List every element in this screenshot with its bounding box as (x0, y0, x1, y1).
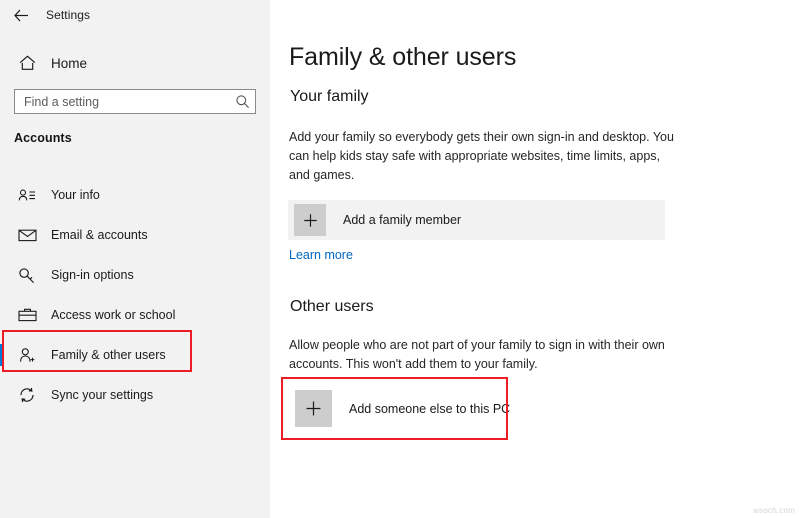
sidebar-section-label: Accounts (14, 131, 72, 145)
watermark: wsoch.com (753, 506, 795, 515)
envelope-icon (8, 228, 46, 242)
settings-sidebar: Settings Home Accounts (0, 0, 270, 518)
add-family-member-label: Add a family member (343, 213, 461, 227)
main-content: Family & other users Your family Add you… (270, 0, 800, 518)
sidebar-item-label: Sign-in options (51, 268, 134, 282)
title-bar: Settings (0, 0, 270, 30)
sidebar-item-access-work-school[interactable]: Access work or school (0, 295, 270, 335)
your-family-heading: Your family (290, 88, 369, 106)
sidebar-item-label: Email & accounts (51, 228, 148, 242)
plus-icon (294, 204, 326, 236)
add-family-member-button[interactable]: Add a family member (288, 200, 665, 240)
add-someone-else-label: Add someone else to this PC (349, 402, 510, 416)
sidebar-item-your-info[interactable]: Your info (0, 175, 270, 215)
sidebar-item-label: Access work or school (51, 308, 175, 322)
search-input[interactable] (15, 95, 229, 109)
home-icon (8, 55, 46, 71)
person-add-icon (8, 347, 46, 364)
search-icon[interactable] (229, 94, 255, 109)
your-family-description: Add your family so everybody gets their … (289, 128, 681, 185)
back-arrow-icon (14, 9, 29, 22)
sidebar-item-family-other-users[interactable]: Family & other users (0, 335, 270, 375)
learn-more-link[interactable]: Learn more (289, 248, 353, 262)
sidebar-item-label: Your info (51, 188, 100, 202)
sidebar-item-sign-in-options[interactable]: Sign-in options (0, 255, 270, 295)
back-button[interactable] (4, 2, 38, 28)
sidebar-item-home-label: Home (51, 56, 87, 71)
sync-icon (8, 386, 46, 404)
search-box[interactable] (14, 89, 256, 114)
sidebar-nav-list: Your info Email & accounts Sign-in optio… (0, 175, 270, 415)
sidebar-item-home[interactable]: Home (0, 48, 270, 78)
sidebar-item-sync-your-settings[interactable]: Sync your settings (0, 375, 270, 415)
plus-icon (295, 390, 332, 427)
sidebar-item-label: Family & other users (51, 348, 166, 362)
app-title: Settings (46, 8, 90, 22)
sidebar-item-label: Sync your settings (51, 388, 153, 402)
key-icon (8, 267, 46, 284)
contact-card-icon (8, 188, 46, 203)
briefcase-icon (8, 307, 46, 323)
other-users-heading: Other users (290, 298, 374, 316)
page-title: Family & other users (289, 43, 516, 72)
add-someone-else-button[interactable]: Add someone else to this PC (288, 385, 498, 432)
other-users-description: Allow people who are not part of your fa… (289, 336, 674, 374)
sidebar-item-email-accounts[interactable]: Email & accounts (0, 215, 270, 255)
